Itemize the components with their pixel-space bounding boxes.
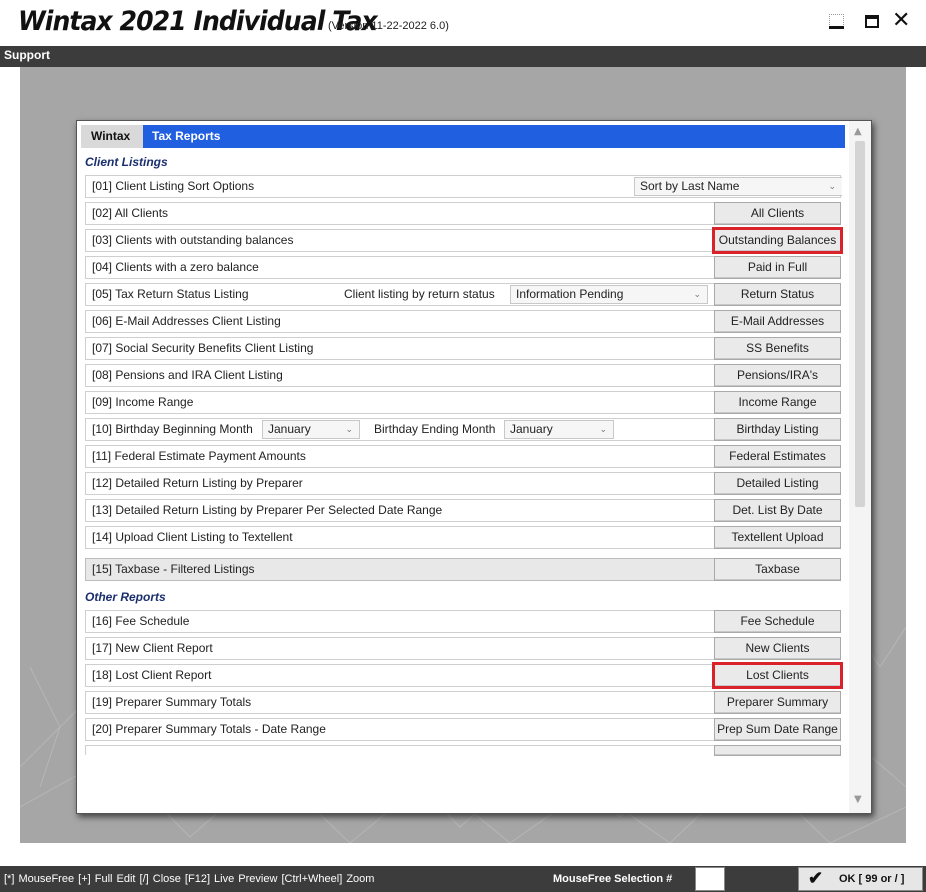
app-title: Wintax 2021 Individual Tax [18, 6, 378, 37]
report-row-09: [09] Income Range Income Range [85, 391, 841, 414]
report-row-01: [01] Client Listing Sort Options Sort by… [85, 175, 842, 198]
panel-header: Wintax Tax Reports [81, 125, 845, 148]
report-row-06: [06] E-Mail Addresses Client Listing E-M… [85, 310, 841, 333]
report-row-10: [10] Birthday Beginning Month January ⌄ B… [85, 418, 841, 441]
report-row-15: [15] Taxbase - Filtered Listings Taxbase [85, 558, 841, 581]
report-row-05: [05] Tax Return Status Listing Client li… [85, 283, 841, 306]
vertical-scrollbar[interactable]: ▲ ▼ [849, 121, 871, 813]
return-status-select[interactable]: Information Pending ⌄ [510, 285, 708, 304]
row-label: [14] Upload Client Listing to Textellent [92, 530, 293, 544]
checkmark-icon: ✔ [808, 868, 824, 888]
panel-header-title: Tax Reports [152, 129, 221, 143]
row-label: [08] Pensions and IRA Client Listing [92, 368, 283, 382]
report-row-16: [16] Fee Schedule Fee Schedule [85, 610, 841, 633]
scroll-up-icon[interactable]: ▲ [854, 126, 862, 137]
title-bar: Wintax 2021 Individual Tax (Version 11-2… [0, 0, 926, 46]
email-addresses-button[interactable]: E-Mail Addresses [714, 310, 841, 333]
workspace: Wintax Tax Reports ▲ ▼ Client Listings [… [20, 67, 906, 843]
menu-support[interactable]: Support [4, 48, 50, 62]
row-label: [09] Income Range [92, 395, 194, 409]
birthday-begin-month-select[interactable]: January ⌄ [262, 420, 360, 439]
report-row-19: [19] Preparer Summary Totals Preparer Su… [85, 691, 841, 714]
sort-options-select[interactable]: Sort by Last Name ⌄ [634, 177, 842, 196]
row-label: [11] Federal Estimate Payment Amounts [92, 449, 306, 463]
row-label: [04] Clients with a zero balance [92, 260, 259, 274]
federal-estimates-button[interactable]: Federal Estimates [714, 445, 841, 468]
row-label: [13] Detailed Return Listing by Preparer… [92, 503, 443, 517]
report-row-04: [04] Clients with a zero balance Paid in… [85, 256, 841, 279]
close-icon[interactable]: ✕ [892, 10, 914, 32]
keyboard-hints: [*] MouseFree [+] Full Edit [/] Close [F… [4, 873, 375, 885]
ok-button[interactable]: ✔ OK [ 99 or / ] [798, 867, 923, 891]
row-label: [01] Client Listing Sort Options [92, 179, 255, 193]
paid-in-full-button[interactable]: Paid in Full [714, 256, 841, 279]
det-list-by-date-button[interactable]: Det. List By Date [714, 499, 841, 522]
ok-label: OK [ 99 or / ] [839, 873, 905, 885]
report-row-02: [02] All Clients All Clients [85, 202, 841, 225]
fee-schedule-button[interactable]: Fee Schedule [714, 610, 841, 633]
report-row-17: [17] New Client Report New Clients [85, 637, 841, 660]
section-client-listings: Client Listings [85, 155, 168, 169]
scroll-thumb[interactable] [855, 141, 865, 507]
partial-row-button[interactable] [714, 745, 841, 756]
all-clients-button[interactable]: All Clients [714, 202, 841, 225]
mousefree-selection-label: MouseFree Selection # [553, 873, 673, 885]
chevron-down-icon: ⌄ [693, 289, 701, 299]
row-label: [12] Detailed Return Listing by Preparer [92, 476, 303, 490]
textellent-upload-button[interactable]: Textellent Upload [714, 526, 841, 549]
pensions-ira-button[interactable]: Pensions/IRA's [714, 364, 841, 387]
chevron-down-icon: ⌄ [828, 181, 836, 191]
row-label: [18] Lost Client Report [92, 668, 212, 682]
row-label: [05] Tax Return Status Listing [92, 287, 249, 301]
income-range-button[interactable]: Income Range [714, 391, 841, 414]
report-row-07: [07] Social Security Benefits Client Lis… [85, 337, 841, 360]
birthday-listing-button[interactable]: Birthday Listing [714, 418, 841, 441]
report-row-partial [85, 745, 841, 756]
taxbase-button[interactable]: Taxbase [714, 558, 841, 581]
status-bar: [*] MouseFree [+] Full Edit [/] Close [F… [0, 866, 926, 892]
row-label: [02] All Clients [92, 206, 169, 220]
report-row-14: [14] Upload Client Listing to Textellent… [85, 526, 841, 549]
report-row-03: [03] Clients with outstanding balances O… [85, 227, 843, 254]
report-row-11: [11] Federal Estimate Payment Amounts Fe… [85, 445, 841, 468]
row-label: [20] Preparer Summary Totals - Date Rang… [92, 722, 326, 736]
detailed-listing-button[interactable]: Detailed Listing [714, 472, 841, 495]
report-row-18: [18] Lost Client Report Lost Clients [85, 662, 843, 689]
row-label: [10] Birthday Beginning Month [92, 422, 253, 436]
maximize-icon[interactable] [862, 10, 884, 32]
new-clients-button[interactable]: New Clients [714, 637, 841, 660]
row-label: [19] Preparer Summary Totals [92, 695, 252, 709]
app-version: (Version 11-22-2022 6.0) [328, 20, 449, 32]
report-row-13: [13] Detailed Return Listing by Preparer… [85, 499, 841, 522]
row-label: [16] Fee Schedule [92, 614, 190, 628]
ss-benefits-button[interactable]: SS Benefits [714, 337, 841, 360]
tax-reports-panel: Wintax Tax Reports ▲ ▼ Client Listings [… [76, 120, 872, 814]
birthday-end-month-label: Birthday Ending Month [374, 422, 496, 436]
chevron-down-icon: ⌄ [345, 424, 353, 434]
prep-sum-date-range-button[interactable]: Prep Sum Date Range [714, 718, 841, 741]
mousefree-selection-input[interactable] [695, 867, 725, 891]
minimize-icon[interactable] [826, 10, 848, 32]
section-other-reports: Other Reports [85, 590, 166, 604]
row-label: [06] E-Mail Addresses Client Listing [92, 314, 281, 328]
chevron-down-icon: ⌄ [599, 424, 607, 434]
birthday-end-month-select[interactable]: January ⌄ [504, 420, 614, 439]
row-label: [15] Taxbase - Filtered Listings [92, 562, 255, 576]
row-label: [17] New Client Report [92, 641, 213, 655]
menu-bar: Support [0, 46, 926, 67]
panel-header-tab: Wintax [81, 125, 143, 148]
preparer-summary-button[interactable]: Preparer Summary [714, 691, 841, 714]
report-row-20: [20] Preparer Summary Totals - Date Rang… [85, 718, 841, 741]
return-status-button[interactable]: Return Status [714, 283, 841, 306]
row-label: [07] Social Security Benefits Client Lis… [92, 341, 314, 355]
row-label: [03] Clients with outstanding balances [92, 233, 294, 247]
return-status-label: Client listing by return status [344, 287, 495, 301]
report-row-08: [08] Pensions and IRA Client Listing Pen… [85, 364, 841, 387]
report-row-12: [12] Detailed Return Listing by Preparer… [85, 472, 841, 495]
outstanding-balances-button[interactable]: Outstanding Balances [712, 227, 843, 254]
lost-clients-button[interactable]: Lost Clients [712, 662, 843, 689]
scroll-down-icon[interactable]: ▼ [854, 794, 862, 805]
